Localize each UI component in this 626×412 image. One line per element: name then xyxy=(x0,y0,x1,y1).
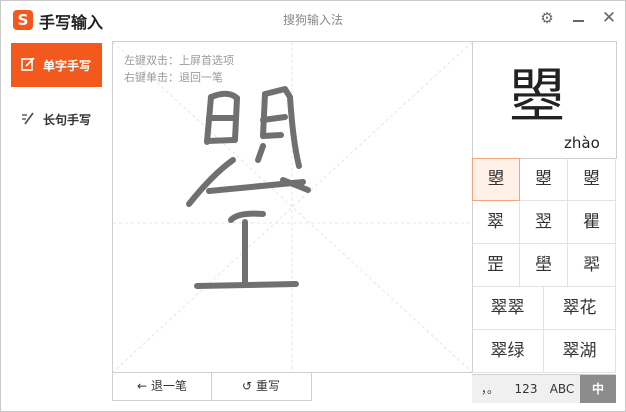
candidate-single[interactable]: 罡 xyxy=(472,244,520,287)
close-icon[interactable]: ✕ xyxy=(599,8,619,28)
hint-right-click: 右键单击：退回一笔 xyxy=(124,71,223,84)
guide-lines xyxy=(113,42,472,372)
candidate-single[interactable]: 翠 xyxy=(472,201,520,244)
undo-stroke-label: 退一笔 xyxy=(150,379,187,393)
mode-long-sentence[interactable]: 长句手写 xyxy=(11,97,102,141)
input-mode-bar: ，。 123 ABC 中 xyxy=(472,374,616,403)
mode-single-char-label: 单字手写 xyxy=(43,59,92,73)
handwriting-window: S 手写输入 搜狗输入法 ⚙ ✕ 单字手写 长句手写 左键双击：上屏首选项 右键… xyxy=(0,0,626,412)
punctuation-mode[interactable]: ，。 xyxy=(472,375,508,403)
candidate-word[interactable]: 翠翠 xyxy=(472,287,544,330)
handwritten-strokes xyxy=(186,86,311,289)
minimize-icon[interactable] xyxy=(568,8,588,28)
candidate-single[interactable]: 翆 xyxy=(568,244,616,287)
hint-double-click: 左键双击：上屏首选项 xyxy=(124,54,234,67)
candidate-single[interactable]: 曌 xyxy=(568,158,616,201)
mode-long-sentence-label: 长句手写 xyxy=(43,113,92,127)
edit-icon xyxy=(21,57,35,71)
candidate-word[interactable]: 翠花 xyxy=(544,287,616,330)
candidate-word[interactable]: 翠湖 xyxy=(544,330,616,373)
candidate-single[interactable]: 翌 xyxy=(520,201,568,244)
mode-single-char[interactable]: 单字手写 xyxy=(11,43,102,87)
title-bar[interactable]: S 手写输入 搜狗输入法 ⚙ ✕ xyxy=(1,1,625,35)
canvas-drawing xyxy=(113,42,472,372)
undo-stroke-button[interactable]: ← 退一笔 xyxy=(113,372,212,400)
candidate-preview: 曌 zhào xyxy=(472,41,617,159)
candidate-single[interactable]: 曌 xyxy=(472,158,520,201)
candidate-single[interactable]: 壆 xyxy=(520,244,568,287)
pen-lines-icon xyxy=(22,112,34,125)
rotate-icon: ↺ xyxy=(242,379,253,393)
rewrite-button[interactable]: ↺ 重写 xyxy=(212,372,310,400)
number-mode[interactable]: 123 xyxy=(508,375,544,403)
candidate-word[interactable]: 翠绿 xyxy=(472,330,544,373)
writing-canvas[interactable]: 左键双击：上屏首选项 右键单击：退回一笔 xyxy=(112,41,473,373)
rewrite-label: 重写 xyxy=(255,379,280,393)
candidate-single[interactable]: 瞿 xyxy=(568,201,616,244)
preview-char: 曌 xyxy=(508,62,567,130)
arrow-left-icon: ← xyxy=(137,379,148,393)
chinese-mode[interactable]: 中 xyxy=(580,375,616,403)
ime-name: 搜狗输入法 xyxy=(282,13,343,27)
preview-pinyin: zhào xyxy=(564,134,600,152)
candidate-single[interactable]: 曌 xyxy=(520,158,568,201)
settings-gear-icon[interactable]: ⚙ xyxy=(537,8,557,28)
letter-mode[interactable]: ABC xyxy=(544,375,580,403)
mode-sidebar: 单字手写 长句手写 xyxy=(1,41,102,411)
canvas-actions: ← 退一笔 ↺ 重写 xyxy=(112,372,312,401)
